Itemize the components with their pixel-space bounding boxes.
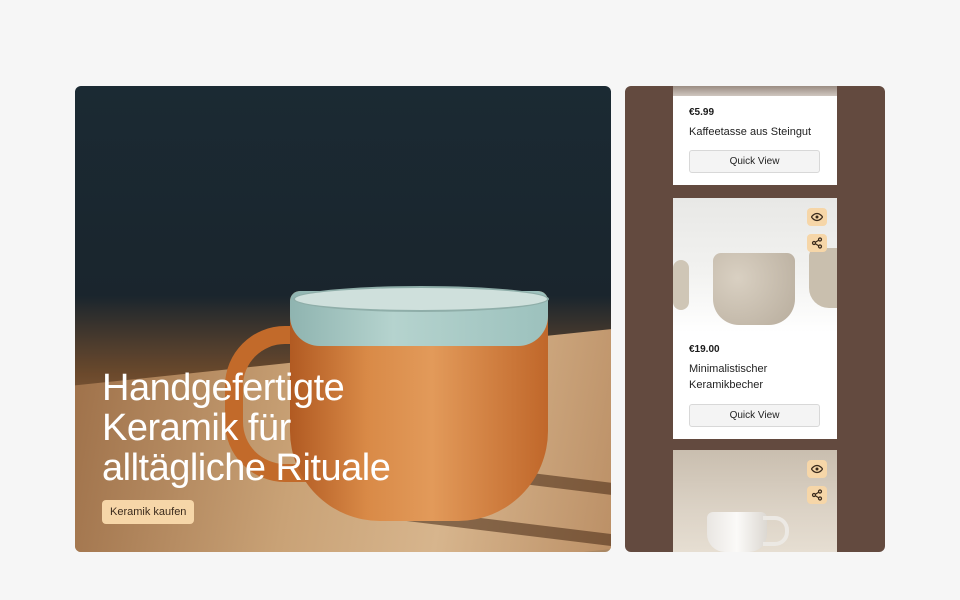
shop-ceramics-button[interactable]: Keramik kaufen [102, 500, 195, 524]
view-button[interactable] [807, 208, 827, 226]
hero-image-mug-rim [293, 286, 549, 312]
product-image-cup-blur [809, 248, 837, 308]
product-image [673, 86, 837, 96]
product-card [673, 450, 837, 552]
quick-view-button[interactable]: Quick View [689, 404, 820, 427]
eye-icon [811, 464, 823, 474]
share-button[interactable] [807, 486, 827, 504]
product-name: Kaffeetasse aus Steingut [689, 126, 812, 138]
product-price: €19.00 [689, 344, 720, 355]
view-button[interactable] [807, 460, 827, 478]
product-price: €5.99 [689, 107, 715, 118]
product-card: €19.00 Minimalistischer Keramikbecher Qu… [673, 198, 837, 439]
product-list-panel[interactable]: €5.99 Kaffeetasse aus Steingut Quick Vie… [625, 86, 885, 552]
product-image-cup-blur [673, 260, 689, 310]
eye-icon [811, 212, 823, 222]
product-name: Minimalistischer Keramikbecher [689, 363, 768, 391]
product-image-cup-handle [763, 516, 789, 546]
share-button[interactable] [807, 234, 827, 252]
share-icon [811, 237, 823, 249]
hero-title: Handgefertigte Keramik für alltägliche R… [102, 367, 391, 489]
product-image-cup [713, 253, 795, 325]
product-image-cup [707, 512, 767, 552]
share-icon [811, 489, 823, 501]
quick-view-button[interactable]: Quick View [689, 150, 820, 173]
product-card: €5.99 Kaffeetasse aus Steingut Quick Vie… [673, 86, 837, 185]
